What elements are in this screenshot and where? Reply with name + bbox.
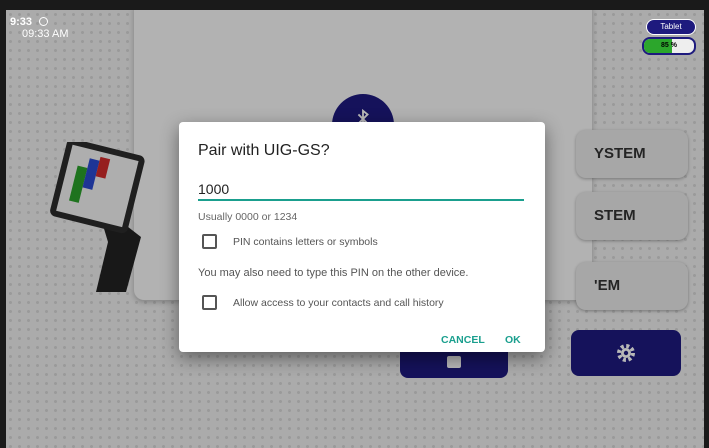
device-badge: Tablet: [646, 19, 696, 35]
contacts-checkbox[interactable]: [202, 295, 217, 310]
dialog-title: Pair with UIG-GS?: [198, 142, 330, 159]
sync-icon: [39, 17, 49, 26]
letters-checkbox[interactable]: [202, 234, 217, 249]
pin-hint: Usually 0000 or 1234: [198, 211, 298, 223]
pair-dialog: Pair with UIG-GS? Usually 0000 or 1234 P…: [179, 122, 545, 352]
battery-indicator: 85 %: [642, 37, 696, 55]
cancel-button[interactable]: CANCEL: [441, 334, 485, 346]
pair-note: You may also need to type this PIN on th…: [198, 267, 469, 279]
letters-checkbox-label: PIN contains letters or symbols: [233, 235, 378, 248]
battery-text: 85 %: [661, 42, 677, 49]
contacts-checkbox-row[interactable]: Allow access to your contacts and call h…: [202, 295, 444, 310]
ok-button[interactable]: OK: [505, 334, 521, 346]
letters-checkbox-row[interactable]: PIN contains letters or symbols: [202, 234, 378, 249]
clock-label: 09:33 AM: [22, 28, 69, 40]
contacts-checkbox-label: Allow access to your contacts and call h…: [233, 296, 444, 309]
status-time: 9:33: [10, 16, 33, 28]
status-bar: 9:33 09:33 AM: [10, 16, 68, 40]
app-screen: YSTEM STEM 'EM 9:33 09:33 AM Tablet 85 %…: [6, 10, 704, 448]
pin-input[interactable]: [198, 179, 524, 201]
